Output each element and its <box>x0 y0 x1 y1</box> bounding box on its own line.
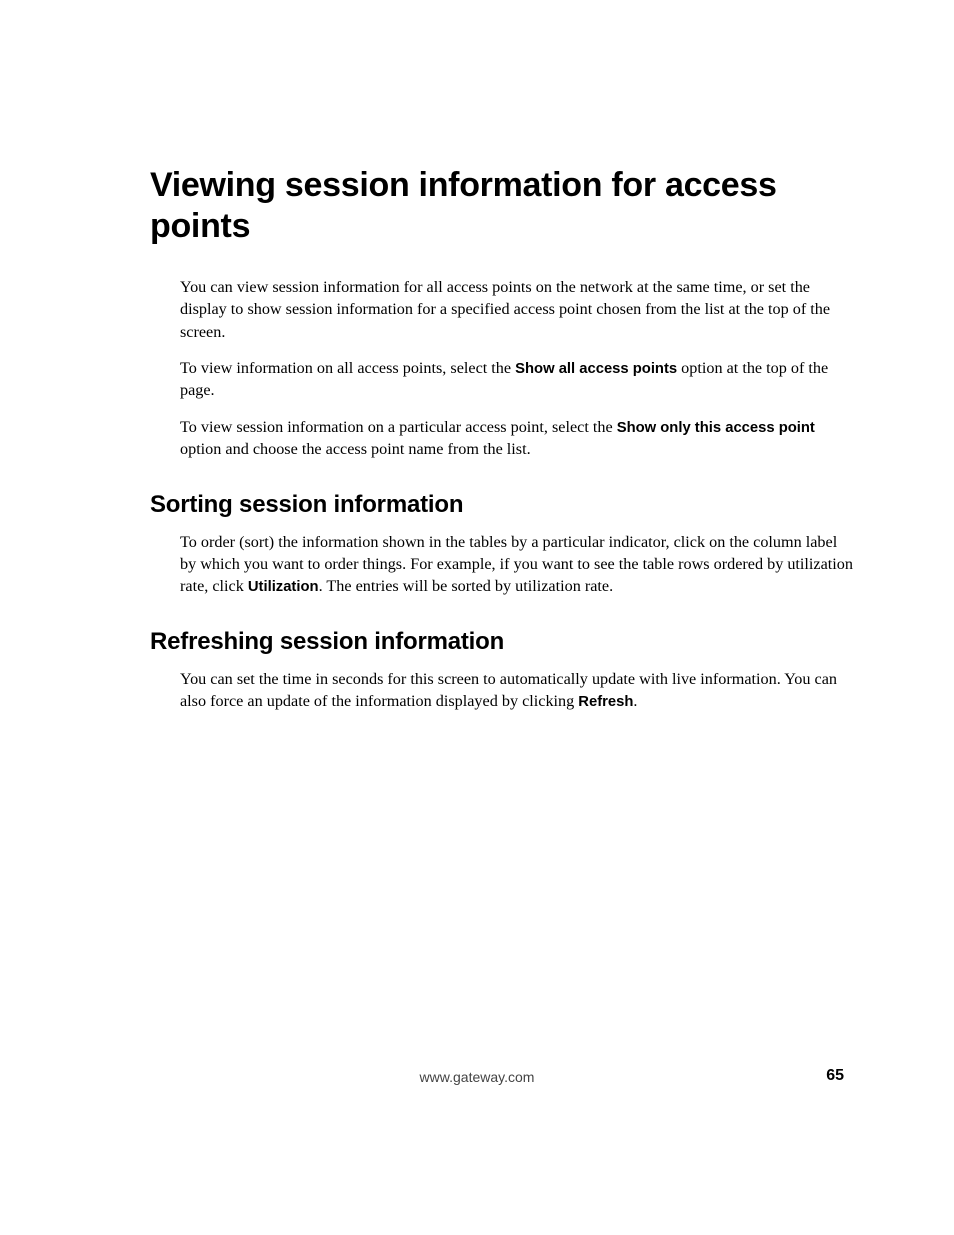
text: You can view session information for all… <box>180 278 830 341</box>
text: option and choose the access point name … <box>180 440 531 458</box>
ui-label: Utilization <box>248 579 319 595</box>
ui-label: Refresh <box>578 694 633 710</box>
paragraph: To order (sort) the information shown in… <box>180 531 854 598</box>
footer-url: www.gateway.com <box>0 1069 954 1085</box>
paragraph: You can view session information for all… <box>180 276 854 343</box>
paragraph: You can set the time in seconds for this… <box>180 668 854 713</box>
paragraph: To view session information on a particu… <box>180 416 854 461</box>
ui-label: Show only this access point <box>617 420 815 436</box>
page-number: 65 <box>826 1067 844 1085</box>
text: . <box>633 692 637 710</box>
page-title: Viewing session information for access p… <box>150 165 854 248</box>
text: . The entries will be sorted by utilizat… <box>319 577 614 595</box>
refreshing-block: You can set the time in seconds for this… <box>180 668 854 713</box>
text: To view information on all access points… <box>180 359 515 377</box>
intro-block: You can view session information for all… <box>180 276 854 461</box>
section-heading-sorting: Sorting session information <box>150 491 854 519</box>
text: You can set the time in seconds for this… <box>180 670 837 710</box>
sorting-block: To order (sort) the information shown in… <box>180 531 854 598</box>
document-page: Viewing session information for access p… <box>0 0 954 1235</box>
section-heading-refreshing: Refreshing session information <box>150 628 854 656</box>
text: To view session information on a particu… <box>180 418 617 436</box>
ui-label: Show all access points <box>515 361 677 377</box>
paragraph: To view information on all access points… <box>180 357 854 402</box>
